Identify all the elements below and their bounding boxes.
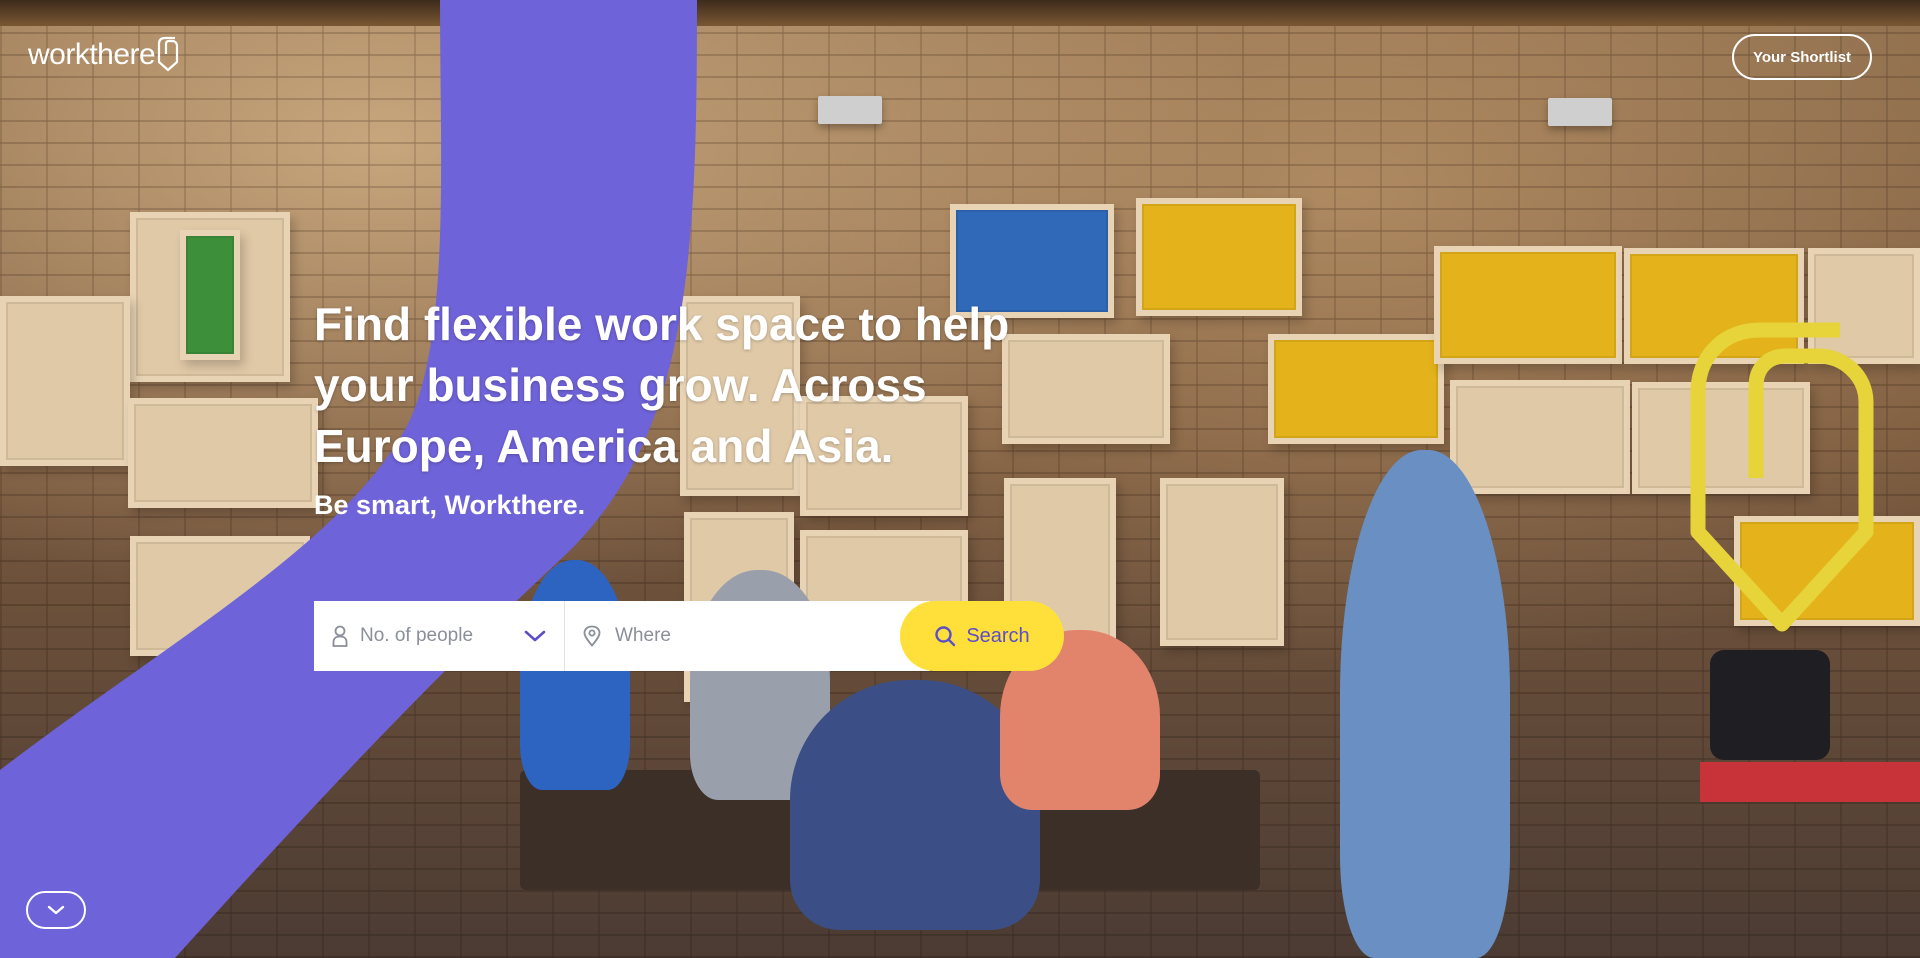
- hero-section: workthere Your Shortlist Find flexible w…: [0, 0, 1920, 958]
- chevron-down-icon: [47, 905, 65, 915]
- red-desk: [1700, 762, 1920, 802]
- office-chair: [1710, 650, 1830, 760]
- wall-shelf: [1450, 380, 1630, 494]
- where-field: [565, 601, 930, 671]
- people-count-select[interactable]: No. of people: [314, 601, 565, 671]
- wall-shelf: [128, 398, 318, 508]
- search-icon: [935, 626, 956, 647]
- workthere-logo[interactable]: workthere: [28, 36, 179, 72]
- person-icon: [332, 625, 348, 647]
- where-input[interactable]: [613, 624, 930, 648]
- your-shortlist-button[interactable]: Your Shortlist: [1732, 34, 1872, 80]
- ceiling-lamp: [818, 96, 882, 124]
- people-placeholder: No. of people: [360, 625, 474, 646]
- logo-text: workthere: [28, 38, 156, 71]
- wall-shelf: [180, 230, 240, 360]
- chevron-down-icon: [524, 630, 546, 642]
- ceiling-lamp: [1548, 98, 1612, 126]
- search-button[interactable]: Search: [900, 601, 1064, 671]
- search-bar: No. of people Search: [314, 601, 1064, 671]
- workthere-logo-icon: [158, 36, 179, 72]
- wall-shelf: [1136, 198, 1302, 316]
- scroll-down-button[interactable]: [26, 891, 86, 929]
- workthere-brand-mark-icon: [1690, 322, 1874, 632]
- person: [520, 560, 630, 790]
- hero-headline: Find flexible work space to help your bu…: [314, 298, 1010, 472]
- wall-shelf: [0, 296, 130, 466]
- search-button-label: Search: [966, 624, 1030, 647]
- wall-shelf: [1160, 478, 1284, 646]
- wall-shelf: [1434, 246, 1622, 364]
- person: [1340, 450, 1510, 958]
- wall-shelf: [130, 536, 310, 656]
- ceiling-beam: [0, 0, 1920, 26]
- hero-tagline: Be smart, Workthere.: [314, 490, 586, 520]
- wall-shelf: [1268, 334, 1444, 444]
- location-pin-icon: [583, 625, 601, 647]
